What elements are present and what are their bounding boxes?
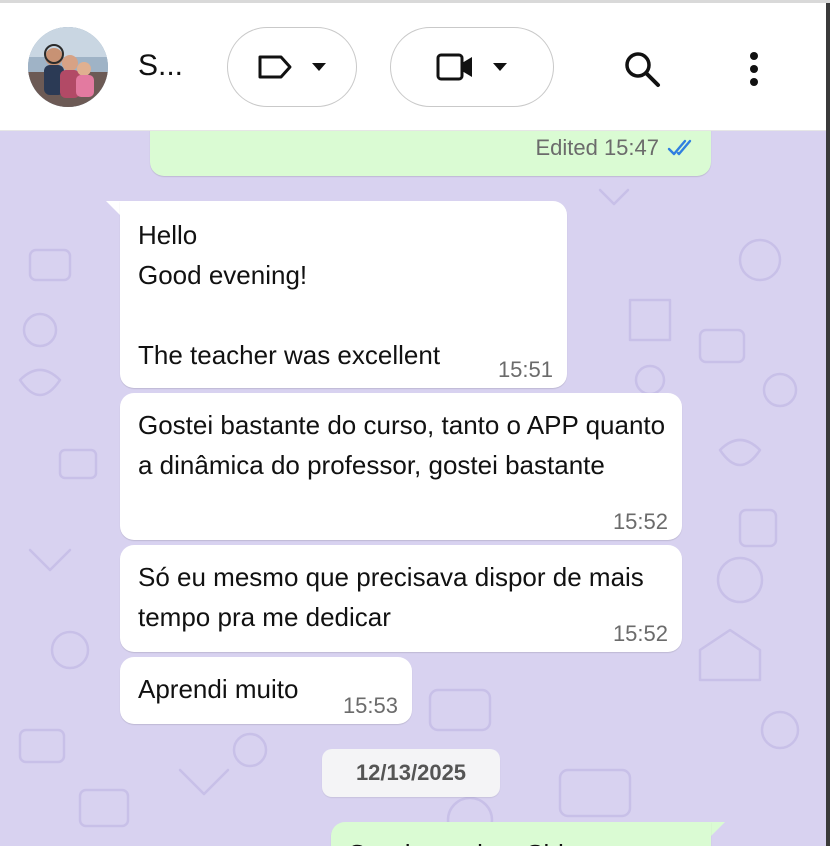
label-icon xyxy=(258,55,292,79)
date-separator: 12/13/2025 xyxy=(322,749,500,797)
message-text: Good morning, Sid... xyxy=(347,834,585,846)
window-edge xyxy=(826,3,830,846)
video-camera-icon xyxy=(436,53,472,81)
message-edited-time: Edited 15:47 xyxy=(535,135,659,160)
bubble-tail xyxy=(711,822,725,836)
message-text: Só eu mesmo que precisava dispor de mais… xyxy=(138,562,644,632)
chevron-down-icon xyxy=(493,63,507,71)
incoming-message[interactable]: Só eu mesmo que precisava dispor de mais… xyxy=(120,545,682,652)
incoming-message[interactable]: Aprendi muito 15:53 xyxy=(120,657,412,724)
message-time: 15:51 xyxy=(497,357,553,382)
message-time: 15:52 xyxy=(612,509,668,534)
more-vert-icon xyxy=(750,52,758,86)
label-dropdown-button[interactable] xyxy=(227,27,357,107)
video-call-dropdown-button[interactable] xyxy=(390,27,554,107)
search-button[interactable] xyxy=(616,45,668,93)
chevron-down-icon xyxy=(312,63,326,71)
message-list[interactable]: Edited 15:47 Hello Good evening! The tea… xyxy=(0,130,826,846)
outgoing-message[interactable]: Good morning, Sid... xyxy=(331,822,711,846)
double-check-icon xyxy=(667,139,692,156)
search-icon xyxy=(625,52,660,87)
message-text: Aprendi muito xyxy=(138,674,299,704)
contact-avatar[interactable] xyxy=(28,27,108,107)
contact-name[interactable]: S... xyxy=(138,49,182,83)
more-options-button[interactable] xyxy=(734,45,774,93)
message-meta: Edited 15:47 xyxy=(535,130,697,168)
group-photo-avatar-icon xyxy=(28,27,108,107)
bubble-tail xyxy=(106,201,120,215)
message-text: Hello Good evening! The teacher was exce… xyxy=(138,220,441,370)
message-text: Gostei bastante do curso, tanto o APP qu… xyxy=(138,410,666,480)
incoming-message[interactable]: Hello Good evening! The teacher was exce… xyxy=(120,201,567,388)
outgoing-message[interactable]: Edited 15:47 xyxy=(150,130,711,176)
message-time: 15:53 xyxy=(342,693,398,718)
incoming-message[interactable]: Gostei bastante do curso, tanto o APP qu… xyxy=(120,393,682,540)
message-time: 15:52 xyxy=(612,621,668,646)
chat-header: S... xyxy=(0,3,826,131)
